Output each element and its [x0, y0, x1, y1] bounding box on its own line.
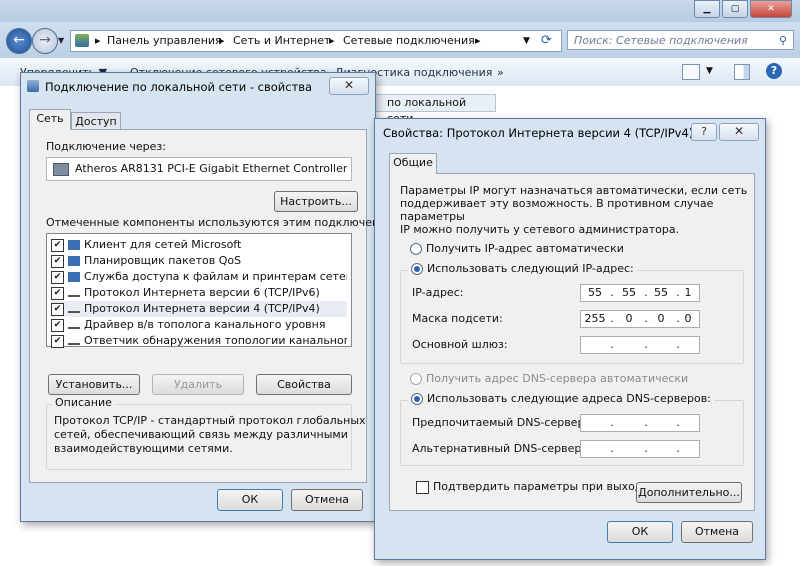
protocol-icon — [68, 289, 80, 297]
minimize-button[interactable]: ▁ — [694, 0, 720, 18]
component-checkbox[interactable]: ✔ — [51, 302, 64, 316]
manual-ip-radio[interactable] — [411, 263, 423, 275]
properties-button[interactable]: Свойства — [256, 374, 352, 395]
help-button[interactable]: ? — [691, 123, 717, 141]
ip-address-label: IP-адрес: — [412, 286, 464, 299]
adapter-name: Atheros AR8131 PCI-E Gigabit Ethernet Co… — [75, 162, 347, 175]
general-tab-panel: Параметры IP могут назначаться автоматич… — [389, 173, 755, 511]
preferred-dns-field[interactable]: ... — [580, 414, 700, 432]
component-checkbox[interactable]: ✔ — [51, 270, 64, 284]
manual-dns-radio[interactable] — [411, 393, 423, 405]
auto-dns-option[interactable]: Получить адрес DNS-сервера автоматически — [410, 372, 688, 385]
dialog-title: Подключение по локальной сети - свойства — [45, 80, 313, 94]
lan-properties-dialog: Подключение по локальной сети - свойства… — [20, 72, 405, 522]
address-bar[interactable]: ▸ Панель управления ▸ Сеть и Интернет ▸ … — [70, 30, 562, 52]
protocol-icon — [68, 321, 80, 329]
view-dropdown-icon[interactable]: ▼ — [706, 66, 713, 76]
manual-dns-option[interactable]: Использовать следующие адреса DNS-сервер… — [408, 392, 714, 405]
protocol-icon — [68, 305, 80, 313]
maximize-button[interactable]: ▢ — [722, 0, 748, 18]
ip-address-field[interactable]: 55. 55. 55. 1 — [580, 284, 700, 302]
tab-general[interactable]: Общие — [389, 153, 437, 174]
file-sharing-icon — [68, 272, 80, 282]
description-text: Протокол TCP/IP - стандартный протокол г… — [54, 414, 366, 455]
breadcrumb-network-connections[interactable]: Сетевые подключения — [343, 31, 475, 51]
component-checkbox[interactable]: ✔ — [51, 334, 64, 348]
network-tab-panel: Подключение через: Atheros AR8131 PCI-E … — [29, 129, 405, 483]
component-checkbox[interactable]: ✔ — [51, 238, 64, 252]
adapter-field: Atheros AR8131 PCI-E Gigabit Ethernet Co… — [46, 157, 352, 181]
search-icon: ⚲ — [778, 34, 787, 47]
list-item[interactable]: ✔ Клиент для сетей Microsoft — [51, 237, 347, 253]
window-controls: ▁ ▢ ✕ — [692, 0, 792, 18]
list-item[interactable]: ✔ Драйвер в/в тополога канального уровня — [51, 317, 347, 333]
forward-button[interactable]: → — [32, 28, 58, 54]
network-adapter-icon — [27, 80, 39, 92]
preview-pane-icon[interactable] — [734, 64, 750, 80]
components-list[interactable]: ✔ Клиент для сетей Microsoft ✔ Планировщик… — [46, 233, 352, 349]
auto-dns-radio[interactable] — [410, 373, 422, 385]
ok-button[interactable]: ОК — [607, 521, 673, 543]
alternate-dns-field[interactable]: ... — [580, 440, 700, 458]
qos-scheduler-icon — [68, 256, 80, 266]
remove-button[interactable]: Удалить — [152, 374, 244, 395]
manual-ip-option[interactable]: Использовать следующий IP-адрес: — [408, 262, 637, 275]
list-item-selected[interactable]: ✔ Протокол Интернета версии 4 (TCP/IPv4) — [51, 301, 347, 317]
control-panel-icon — [75, 34, 89, 47]
search-placeholder: Поиск: Сетевые подключения — [574, 34, 748, 47]
auto-ip-option[interactable]: Получить IP-адрес автоматически — [410, 242, 624, 255]
validate-checkbox[interactable] — [416, 480, 429, 494]
alternate-dns-label: Альтернативный DNS-сервер: — [412, 442, 586, 455]
list-item[interactable]: ✔ Планировщик пакетов QoS — [51, 253, 347, 269]
ipv4-properties-dialog: Свойства: Протокол Интернета версии 4 (T… — [374, 118, 766, 560]
close-button[interactable]: ✕ — [329, 77, 369, 95]
auto-ip-radio[interactable] — [410, 243, 422, 255]
window-title-strip — [0, 0, 800, 22]
refresh-icon[interactable]: ⟳ — [541, 31, 552, 51]
tab-network[interactable]: Сеть — [29, 109, 71, 130]
close-button[interactable]: ✕ — [719, 123, 759, 141]
list-item[interactable]: ✔ Протокол Интернета версии 6 (TCP/IPv6) — [51, 285, 347, 301]
dialog-title: Свойства: Протокол Интернета версии 4 (T… — [383, 126, 694, 140]
preferred-dns-label: Предпочитаемый DNS-сервер: — [412, 416, 589, 429]
default-gateway-label: Основной шлюз: — [412, 338, 508, 351]
address-dropdown-icon[interactable]: ▼ — [523, 31, 530, 51]
recent-pages-dropdown-icon[interactable]: ▼ — [58, 36, 64, 45]
back-button[interactable]: ← — [6, 28, 32, 54]
ok-button[interactable]: ОК — [217, 489, 283, 511]
default-gateway-field[interactable]: ... — [580, 336, 700, 354]
cancel-button[interactable]: Отмена — [291, 489, 363, 511]
list-item[interactable]: ✔ Служба доступа к файлам и принтерам сет… — [51, 269, 347, 285]
subnet-mask-label: Маска подсети: — [412, 312, 503, 325]
intro-text: Параметры IP могут назначаться автоматич… — [400, 184, 748, 236]
breadcrumb-network-internet[interactable]: Сеть и Интернет — [233, 31, 330, 51]
advanced-button[interactable]: Дополнительно... — [636, 482, 742, 503]
change-view-icon[interactable] — [682, 64, 700, 80]
tab-sharing[interactable]: Доступ — [71, 112, 121, 130]
configure-button[interactable]: Настроить... — [274, 191, 358, 212]
behind-window-tab: по локальной сети — [372, 94, 496, 125]
more-commands-chevron[interactable]: » — [497, 66, 504, 79]
search-input[interactable]: Поиск: Сетевые подключения ⚲ — [567, 30, 794, 50]
description-label: Описание — [52, 396, 115, 409]
validate-settings-option[interactable]: Подтвердить параметры при выходе — [416, 480, 649, 494]
component-checkbox[interactable]: ✔ — [51, 286, 64, 300]
breadcrumb-control-panel[interactable]: Панель управления — [107, 31, 222, 51]
install-button[interactable]: Установить... — [48, 374, 140, 395]
component-checkbox[interactable]: ✔ — [51, 254, 64, 268]
component-checkbox[interactable]: ✔ — [51, 318, 64, 332]
help-icon[interactable]: ? — [766, 63, 782, 79]
protocol-icon — [68, 337, 80, 345]
adapter-card-icon — [53, 163, 69, 176]
components-label: Отмеченные компоненты используются этим … — [46, 216, 406, 229]
subnet-mask-field[interactable]: 255. 0. 0. 0 — [580, 310, 700, 328]
close-window-button[interactable]: ✕ — [750, 0, 792, 18]
network-client-icon — [68, 240, 80, 250]
list-item[interactable]: ✔ Ответчик обнаружения топологии канально… — [51, 333, 347, 349]
connect-via-label: Подключение через: — [46, 140, 166, 153]
cancel-button[interactable]: Отмена — [681, 521, 753, 543]
